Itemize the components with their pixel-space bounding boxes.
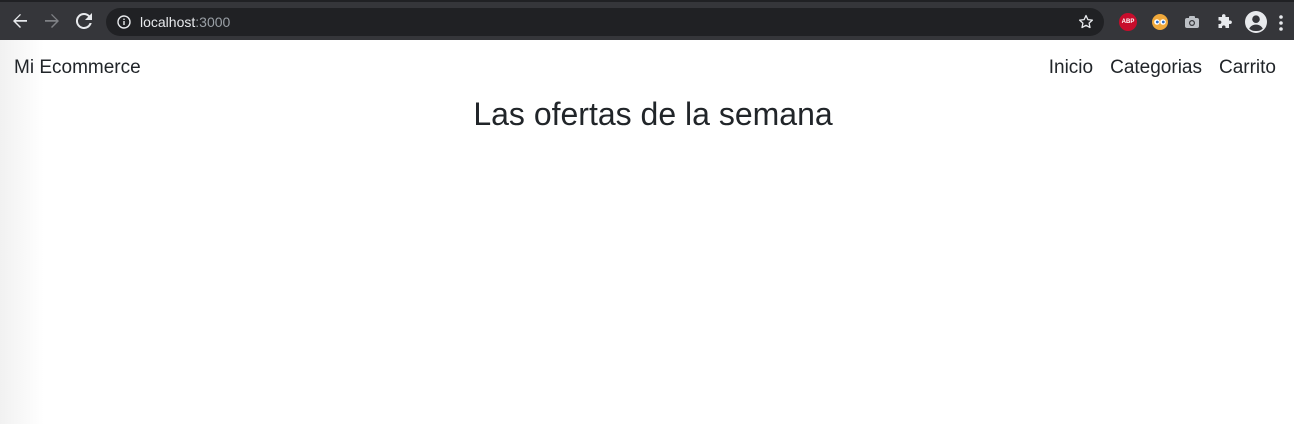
adblock-icon: ABP bbox=[1119, 13, 1137, 31]
site-navbar: Mi Ecommerce Inicio Categorias Carrito bbox=[0, 40, 1294, 96]
nav-links: Inicio Categorias Carrito bbox=[1049, 57, 1276, 79]
puzzle-icon bbox=[1218, 14, 1232, 28]
back-button[interactable] bbox=[4, 5, 36, 37]
adblock-extension-button[interactable]: ABP bbox=[1112, 8, 1144, 36]
browser-menu-icon[interactable] bbox=[1278, 14, 1294, 32]
nav-link-inicio[interactable]: Inicio bbox=[1049, 57, 1093, 79]
url-text[interactable]: localhost:3000 bbox=[140, 14, 230, 30]
forward-button[interactable] bbox=[36, 5, 68, 37]
browser-toolbar: localhost:3000 ABP bbox=[0, 0, 1294, 40]
profile-avatar-button[interactable] bbox=[1240, 8, 1272, 36]
site-info-icon[interactable] bbox=[116, 14, 132, 30]
url-port: :3000 bbox=[195, 14, 231, 30]
reload-button[interactable] bbox=[68, 5, 100, 37]
back-arrow-icon bbox=[13, 14, 27, 28]
eyes-extension-button[interactable] bbox=[1144, 8, 1176, 36]
nav-link-carrito[interactable]: Carrito bbox=[1219, 57, 1276, 79]
forward-arrow-icon bbox=[45, 14, 59, 28]
extensions-area: ABP bbox=[1112, 8, 1272, 36]
camera-icon bbox=[1185, 16, 1199, 28]
url-host: localhost bbox=[140, 14, 196, 30]
bookmark-star-icon[interactable] bbox=[1078, 14, 1094, 30]
reload-icon bbox=[76, 13, 92, 29]
extensions-puzzle-button[interactable] bbox=[1208, 8, 1240, 36]
nav-link-categorias[interactable]: Categorias bbox=[1110, 57, 1202, 79]
camera-extension-button[interactable] bbox=[1176, 8, 1208, 36]
page-title: Las ofertas de la semana bbox=[473, 96, 833, 132]
profile-avatar-icon bbox=[1245, 11, 1267, 33]
brand-link[interactable]: Mi Ecommerce bbox=[14, 57, 141, 79]
address-bar[interactable]: localhost:3000 bbox=[106, 8, 1104, 36]
eyes-icon bbox=[1152, 14, 1168, 30]
